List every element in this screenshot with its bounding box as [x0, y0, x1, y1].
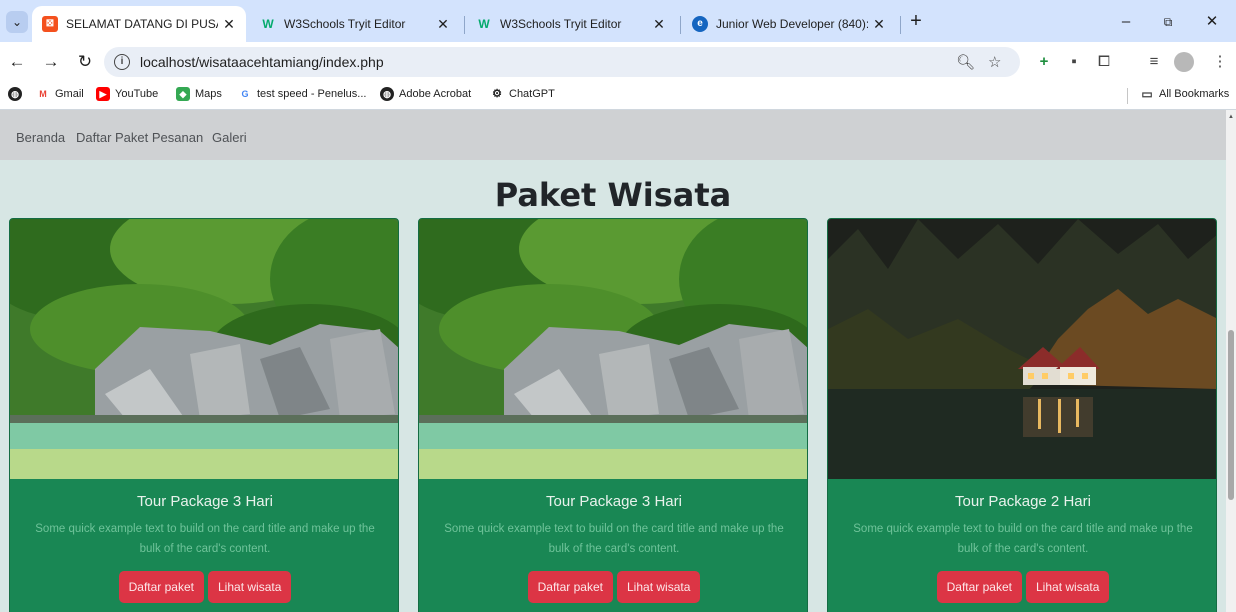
w3schools-icon: W — [478, 17, 490, 31]
google-icon: G — [241, 89, 249, 99]
page-viewport: Beranda Daftar Paket Pesanan Galeri Pake… — [0, 110, 1226, 612]
bookmark-label: test speed - Penelus... — [257, 88, 367, 100]
reading-list-icon[interactable]: ≡ — [1144, 52, 1164, 72]
site-favicon-icon: ⊠ — [42, 16, 58, 32]
bookmarks-divider — [1127, 88, 1128, 104]
globe-icon: ◍ — [380, 87, 394, 101]
folder-icon: ▭ — [1141, 87, 1153, 101]
restore-icon[interactable]: ⧉ — [1156, 10, 1180, 34]
profile-avatar[interactable] — [1174, 52, 1194, 72]
card-text: Some quick example text to build on the … — [853, 523, 1193, 555]
daftar-paket-button[interactable]: Daftar paket — [118, 571, 204, 603]
bookmark-label: ChatGPT — [509, 88, 555, 100]
nav-link-daftar-paket-pesanan[interactable]: Daftar Paket Pesanan — [76, 130, 203, 145]
card-actions: Daftar paket Lihat wisata — [828, 571, 1216, 603]
extension-square-icon[interactable]: ▪ — [1064, 52, 1084, 72]
bookmark-gmail[interactable]: M Gmail — [36, 87, 84, 101]
new-tab-button[interactable]: + — [904, 10, 928, 34]
bookmark-chatgpt[interactable]: ⚙ ChatGPT — [490, 87, 555, 101]
bookmark-adobe-acrobat[interactable]: ◍ Adobe Acrobat — [380, 87, 471, 101]
w3schools-icon: W — [262, 17, 274, 31]
page-scrollbar[interactable]: ▲ — [1226, 110, 1236, 612]
page-title: Paket Wisata — [494, 176, 732, 214]
more-menu-icon[interactable]: ⋮ — [1210, 52, 1230, 72]
card-actions: Daftar paket Lihat wisata — [10, 571, 398, 603]
bookmarks-bar: ◍ M Gmail ▶ YouTube ◆ Maps G test speed … — [0, 82, 1236, 110]
tab-label: W3Schools Tryit Editor — [284, 17, 406, 31]
extension-plus-icon[interactable]: + — [1034, 52, 1054, 72]
all-bookmarks-button[interactable]: ▭ All Bookmarks — [1140, 87, 1229, 101]
maps-icon: ◆ — [176, 87, 190, 101]
youtube-icon: ▶ — [96, 87, 110, 101]
zoom-icon[interactable]: 🔍︎ — [956, 53, 975, 71]
minimize-icon[interactable]: – — [1114, 10, 1138, 34]
scrollbar-thumb[interactable] — [1228, 330, 1234, 500]
bookmark-apps[interactable]: ◍ — [8, 87, 27, 101]
tab-w3schools-1[interactable]: W W3Schools Tryit Editor ✕ — [250, 6, 460, 42]
tab-label: W3Schools Tryit Editor — [500, 17, 622, 31]
bookmark-label: YouTube — [115, 88, 159, 100]
site-info-icon[interactable]: i — [114, 54, 130, 70]
window-close-icon[interactable]: ✕ — [1200, 10, 1224, 34]
lihat-wisata-button[interactable]: Lihat wisata — [617, 571, 701, 603]
bookmark-label: Gmail — [55, 88, 84, 100]
tab-w3schools-2[interactable]: W W3Schools Tryit Editor ✕ — [466, 6, 676, 42]
bookmark-label: Adobe Acrobat — [399, 88, 472, 100]
tour-card: Tour Package 3 Hari Some quick example t… — [9, 218, 399, 612]
tab-label: SELAMAT DATANG DI PUSAT W — [66, 17, 218, 31]
lake-house-photo — [828, 219, 1216, 479]
chatgpt-icon: ⚙ — [492, 88, 502, 100]
nav-link-beranda[interactable]: Beranda — [16, 130, 65, 145]
daftar-paket-button[interactable]: Daftar paket — [936, 571, 1022, 603]
tab-selamat-datang[interactable]: ⊠ SELAMAT DATANG DI PUSAT W ✕ — [32, 6, 246, 42]
river-rocks-photo — [10, 219, 398, 479]
extensions-icon[interactable]: ⧠ — [1094, 52, 1114, 72]
tour-card: Tour Package 3 Hari Some quick example t… — [418, 218, 808, 612]
card-title: Tour Package 3 Hari — [546, 493, 682, 510]
card-text: Some quick example text to build on the … — [444, 523, 784, 555]
browser-toolbar: ← → ↻ i localhost/wisataacehtamiang/inde… — [0, 42, 1236, 82]
card-actions: Daftar paket Lihat wisata — [419, 571, 807, 603]
reload-icon[interactable]: ↻ — [74, 51, 96, 73]
scroll-up-icon[interactable]: ▲ — [1228, 114, 1234, 120]
forward-icon[interactable]: → — [40, 51, 62, 73]
river-rocks-photo — [419, 219, 807, 479]
tab-search-button[interactable]: ⌄ — [6, 11, 28, 33]
close-tab-icon[interactable]: ✕ — [432, 16, 454, 33]
bookmark-maps[interactable]: ◆ Maps — [176, 87, 222, 101]
edge-icon: e — [692, 16, 708, 32]
bookmark-label: Maps — [195, 88, 222, 100]
tab-label: Junior Web Developer (840): Tu — [716, 17, 868, 31]
card-text: Some quick example text to build on the … — [35, 523, 375, 555]
lihat-wisata-button[interactable]: Lihat wisata — [1026, 571, 1110, 603]
close-tab-icon[interactable]: ✕ — [218, 16, 240, 33]
back-icon[interactable]: ← — [6, 51, 28, 73]
bookmark-star-icon[interactable]: ☆ — [988, 53, 1001, 71]
gmail-icon: M — [39, 89, 47, 99]
bookmark-youtube[interactable]: ▶ YouTube — [96, 87, 158, 101]
card-title: Tour Package 3 Hari — [137, 493, 273, 510]
lihat-wisata-button[interactable]: Lihat wisata — [208, 571, 292, 603]
bookmark-test-speed[interactable]: G test speed - Penelus... — [238, 87, 366, 101]
address-bar[interactable]: i localhost/wisataacehtamiang/index.php … — [104, 47, 1020, 77]
tab-divider — [464, 16, 465, 34]
bookmark-label: All Bookmarks — [1159, 88, 1230, 100]
url-text[interactable]: localhost/wisataacehtamiang/index.php — [140, 54, 384, 70]
daftar-paket-button[interactable]: Daftar paket — [527, 571, 613, 603]
tab-divider — [680, 16, 681, 34]
tour-card: Tour Package 2 Hari Some quick example t… — [827, 218, 1217, 612]
card-title: Tour Package 2 Hari — [955, 493, 1091, 510]
site-navbar: Beranda Daftar Paket Pesanan Galeri — [0, 110, 1226, 160]
nav-link-galeri[interactable]: Galeri — [212, 130, 247, 145]
apps-globe-icon: ◍ — [8, 87, 22, 101]
close-tab-icon[interactable]: ✕ — [648, 16, 670, 33]
tab-strip: ⌄ ⊠ SELAMAT DATANG DI PUSAT W ✕ W W3Scho… — [0, 0, 1236, 42]
close-tab-icon[interactable]: ✕ — [868, 16, 890, 33]
tab-junior-web-developer[interactable]: e Junior Web Developer (840): Tu ✕ — [682, 6, 896, 42]
tab-divider — [900, 16, 901, 34]
